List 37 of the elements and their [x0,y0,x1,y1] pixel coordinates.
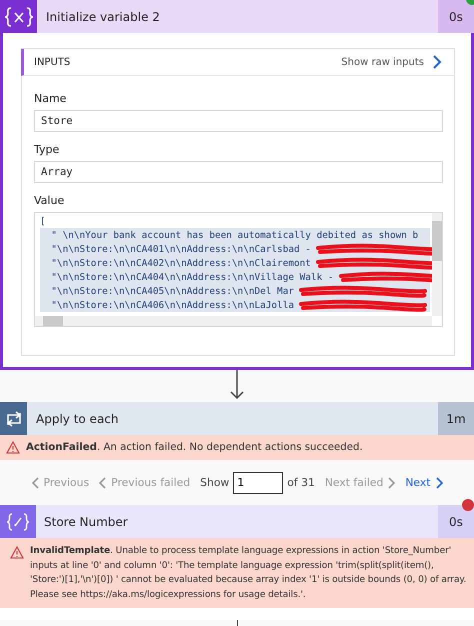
pager-link[interactable]: Next [405,476,442,489]
show-raw-inputs-link[interactable]: Show raw inputs [341,55,442,69]
chevron-left-icon [32,476,40,488]
duration-label: 0s [438,0,474,33]
page-number-field[interactable]: 1 [233,472,284,494]
scrollbar[interactable] [432,213,442,316]
code-line: "\n\nStore:\n\nCA404\n\nAddress:\n\nVillage Walk - [50,272,334,282]
code-line: [ [40,216,46,226]
chevron-right-icon [387,476,396,488]
action-title[interactable]: Apply to each [27,402,438,435]
input-field[interactable]: Store [34,110,443,132]
code-line: "\n\nStore:\n\nCA405\n\nAddress:\n\nDel Mar [50,286,294,296]
field-label: Type [34,143,60,156]
scrollbar[interactable] [35,316,432,326]
duration-label: 1m [438,402,474,435]
panel-heading: INPUTS [34,56,70,68]
code-line: "\n\nStore:\n\nCA406\n\nAddress:\n\nLaJolla [50,300,294,310]
code-line: "\n\nStore:\n\nCA402\n\nAddress:\n\nClairemont [50,258,311,268]
error-message: InvalidTemplate. Unable to process template language expressions in action 'Store_Number' inputs at line '0' and column '0': 'The template language expression 'trim(split(split(item(), 'Store:')[1],'\n')[0]) ' cannot be evaluated because array index '1' is outside bounds (0, 0) of array. Please see https://aka.ms/logicexpressions for usage details.'. [30,545,468,602]
code-line: " \n\nYour bank account has been automatically debited as shown b [50,230,418,240]
chevron-left-icon [99,476,108,488]
code-line: "\n\nStore:\n\nCA401\n\nAddress:\n\nCarlsbad - [50,244,311,254]
page-total: of 31 [287,476,315,489]
action-title[interactable]: Initialize variable 2 [37,0,438,33]
show-label: Show [200,476,230,489]
field-label: Name [34,92,68,105]
warning-icon [10,546,24,559]
down-arrow-icon [230,370,244,400]
field-label: Value [34,194,66,207]
code-editor[interactable] [34,212,443,327]
chevron-right-icon [432,55,442,69]
chevron-right-icon [434,476,442,488]
input-field[interactable]: Array [34,161,443,183]
action-title[interactable]: Store Number [36,505,438,538]
error-message: ActionFailed. An action failed. No dependent actions succeeded. [26,442,363,453]
duration-label: 0s [438,505,474,538]
warning-icon [6,441,20,454]
